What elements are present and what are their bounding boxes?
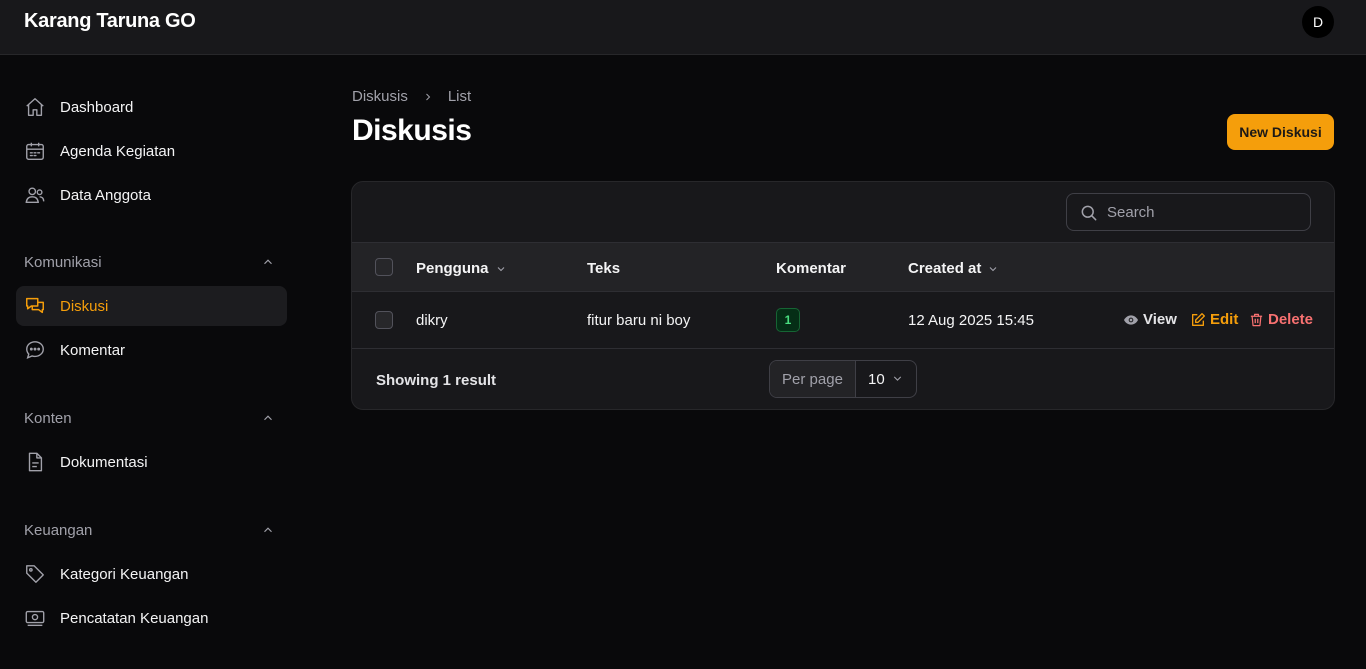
edit-action[interactable]: Edit <box>1190 311 1238 328</box>
action-label: View <box>1143 311 1177 328</box>
action-label: Delete <box>1268 311 1314 328</box>
per-page-current: 10 <box>868 370 885 388</box>
comment-dots-icon <box>24 339 46 361</box>
per-page-label: Per page <box>770 361 856 397</box>
row-checkbox[interactable] <box>375 311 393 329</box>
sidebar-item-kategori-keuangan[interactable]: Kategori Keuangan <box>16 554 287 594</box>
group-label-konten[interactable]: Konten <box>24 410 72 427</box>
eye-icon <box>1123 312 1139 328</box>
group-label-keuangan[interactable]: Keuangan <box>24 522 92 539</box>
sidebar-item-label: Dokumentasi <box>60 453 148 471</box>
new-diskusi-button[interactable]: New Diskusi <box>1227 114 1334 150</box>
breadcrumb-current: List <box>447 88 472 105</box>
pencil-square-icon <box>1190 312 1206 328</box>
chevron-up-icon[interactable] <box>260 522 276 538</box>
cell-pengguna: dikry <box>416 312 448 329</box>
cell-teks: fitur baru ni boy <box>587 312 691 329</box>
sidebar-item-label: Agenda Kegiatan <box>60 142 176 160</box>
komentar-count-badge: 1 <box>776 308 800 332</box>
app-title[interactable]: Karang Taruna GO <box>24 10 196 33</box>
chevron-down-icon <box>987 263 999 275</box>
users-icon <box>24 184 46 206</box>
sidebar-item-agenda-kegiatan[interactable]: Agenda Kegiatan <box>16 131 287 171</box>
cell-created-at: 12 Aug 2025 15:45 <box>908 312 1034 329</box>
view-action[interactable]: View <box>1123 311 1177 328</box>
per-page-value[interactable]: 10 <box>856 361 916 397</box>
top-bar: Karang Taruna GO D <box>0 0 1366 55</box>
sidebar-item-data-anggota[interactable]: Data Anggota <box>16 175 287 215</box>
sidebar-item-dokumentasi[interactable]: Dokumentasi <box>16 442 287 482</box>
column-header-pengguna[interactable]: Pengguna <box>416 260 507 277</box>
page-title: Diskusis <box>352 114 472 147</box>
chevron-down-icon <box>891 372 904 385</box>
column-header-komentar: Komentar <box>776 260 847 277</box>
sidebar: Dashboard Agenda Kegiatan Data Anggota K… <box>0 55 300 669</box>
table-row[interactable]: dikry fitur baru ni boy 1 12 Aug 2025 15… <box>352 292 1334 349</box>
sidebar-item-pencatatan-keuangan[interactable]: Pencatatan Keuangan <box>16 598 287 638</box>
sidebar-item-label: Kategori Keuangan <box>60 565 189 583</box>
sidebar-item-label: Diskusi <box>60 297 109 315</box>
result-count: Showing 1 result <box>376 372 497 389</box>
delete-action[interactable]: Delete <box>1249 311 1313 328</box>
banknote-icon <box>24 607 46 629</box>
sidebar-item-diskusi[interactable]: Diskusi <box>16 286 287 326</box>
sidebar-item-dashboard[interactable]: Dashboard <box>16 87 287 127</box>
sidebar-item-label: Dashboard <box>60 98 134 116</box>
select-all-checkbox[interactable] <box>375 258 393 276</box>
calendar-icon <box>24 140 46 162</box>
home-icon <box>24 96 46 118</box>
chevron-up-icon[interactable] <box>260 410 276 426</box>
sidebar-item-label: Komentar <box>60 341 126 359</box>
breadcrumb-parent[interactable]: Diskusis <box>352 88 408 105</box>
column-header-created-at[interactable]: Created at <box>908 260 999 277</box>
chevron-right-icon <box>422 91 434 103</box>
tag-icon <box>24 563 46 585</box>
user-avatar[interactable]: D <box>1302 6 1334 38</box>
group-label-komunikasi[interactable]: Komunikasi <box>24 254 102 271</box>
sidebar-item-komentar[interactable]: Komentar <box>16 330 287 370</box>
column-header-teks: Teks <box>587 260 621 277</box>
chevron-down-icon <box>495 263 507 275</box>
trash-icon <box>1249 312 1264 328</box>
search-icon <box>1079 203 1099 223</box>
per-page-select[interactable]: Per page 10 <box>769 360 917 398</box>
column-label: Created at <box>908 260 982 277</box>
chevron-up-icon[interactable] <box>260 254 276 270</box>
sidebar-item-label: Data Anggota <box>60 186 151 204</box>
table-header: Pengguna Teks Komentar Created at <box>352 242 1334 292</box>
action-label: Edit <box>1210 311 1239 328</box>
column-label: Pengguna <box>416 260 489 277</box>
document-icon <box>24 451 46 473</box>
breadcrumb: Diskusis List <box>352 88 471 105</box>
search-input[interactable] <box>1107 194 1302 230</box>
chat-bubbles-icon <box>24 295 46 317</box>
table-card: Pengguna Teks Komentar Created at dikry … <box>351 181 1335 410</box>
sidebar-item-label: Pencatatan Keuangan <box>60 609 209 627</box>
search-box[interactable] <box>1066 193 1311 231</box>
